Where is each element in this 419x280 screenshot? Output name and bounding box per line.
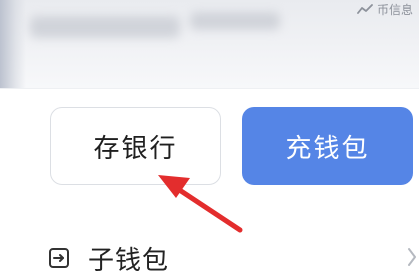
wallet-transfer-icon xyxy=(48,247,70,273)
deposit-bank-label: 存银行 xyxy=(93,133,178,164)
section-divider xyxy=(0,88,419,89)
sub-wallet-label: 子钱包 xyxy=(88,246,170,276)
coin-info-label: 币信息 xyxy=(376,2,413,17)
coin-info-link[interactable]: 币信息 xyxy=(357,0,413,18)
trend-line-icon xyxy=(357,3,373,15)
recharge-wallet-label: 充钱包 xyxy=(285,133,370,164)
deposit-bank-button[interactable]: 存银行 xyxy=(50,107,221,185)
sub-wallet-row[interactable]: 子钱包 xyxy=(48,238,419,278)
blurred-balance-text xyxy=(30,10,290,52)
chevron-right-icon xyxy=(407,246,417,272)
app-screen: 币信息 存银行 充钱包 子钱包 xyxy=(0,0,419,280)
left-edge-shadow xyxy=(0,0,26,88)
recharge-wallet-button[interactable]: 充钱包 xyxy=(242,107,413,185)
